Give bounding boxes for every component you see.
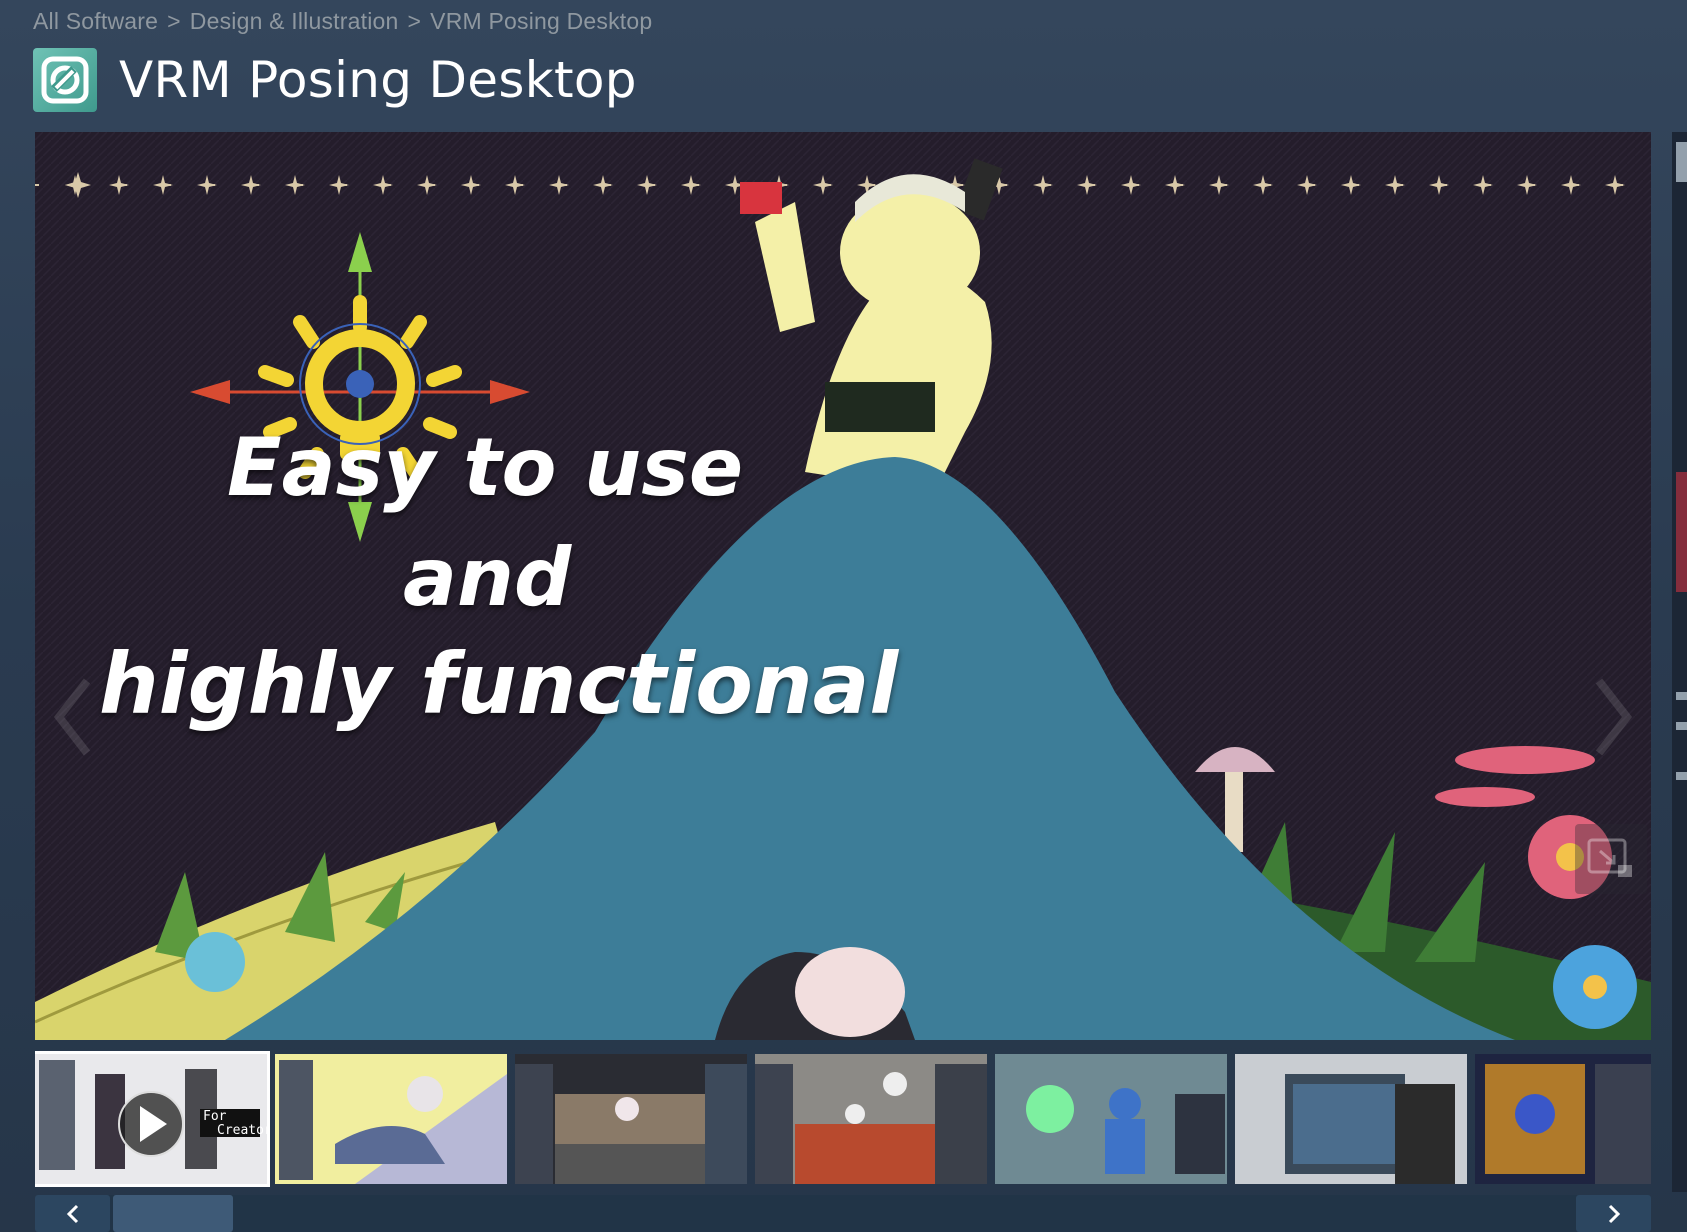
chevron-right-icon	[1608, 1204, 1620, 1223]
chevron-right-icon	[1595, 678, 1633, 756]
fullscreen-button[interactable]	[1575, 824, 1647, 894]
thumbnail-4[interactable]	[755, 1054, 987, 1184]
thumbnail-6[interactable]	[1235, 1054, 1467, 1184]
breadcrumb-separator: >	[407, 8, 422, 34]
thumbnail-caption: For Creators	[203, 1110, 267, 1137]
thumbnail-2[interactable]	[275, 1054, 507, 1184]
thumbnail-video[interactable]: For Creators	[35, 1051, 270, 1187]
app-header: VRM Posing Desktop	[33, 48, 637, 112]
overlay-line-2: and	[403, 531, 572, 624]
thumbnail-caption-line-2: Creators	[217, 1122, 267, 1138]
breadcrumb-current-app[interactable]: VRM Posing Desktop	[430, 8, 652, 34]
thumbnail-scrollbar[interactable]	[35, 1195, 1651, 1232]
side-panel-edge	[1672, 132, 1687, 1192]
breadcrumb-design-illustration[interactable]: Design & Illustration	[190, 8, 399, 34]
scroll-right-button[interactable]	[1576, 1195, 1651, 1232]
fullscreen-icon	[1587, 838, 1632, 877]
vrm-logo-icon	[33, 48, 97, 112]
thumbnail-7[interactable]	[1475, 1054, 1651, 1184]
breadcrumb-separator: >	[167, 8, 181, 34]
page-title: VRM Posing Desktop	[119, 51, 637, 109]
scroll-left-button[interactable]	[35, 1195, 110, 1232]
flower-blue	[1553, 945, 1637, 1029]
prev-screenshot-button[interactable]	[43, 672, 103, 762]
chevron-left-icon	[53, 678, 91, 756]
thumbnail-3[interactable]	[515, 1054, 747, 1184]
chevron-left-icon	[66, 1204, 78, 1223]
next-screenshot-button[interactable]	[1583, 672, 1643, 762]
overlay-line-3: highly functional	[99, 635, 899, 733]
main-screenshot[interactable]: Easy to use and highly functional	[35, 132, 1651, 1040]
screenshot-artwork	[35, 132, 1651, 1040]
overlay-line-1: Easy to use	[227, 421, 744, 514]
scrollbar-handle[interactable]	[113, 1195, 233, 1232]
thumbnail-5[interactable]	[995, 1054, 1227, 1184]
thumbnail-strip: For Creators	[35, 1048, 1651, 1188]
breadcrumb: All Software > Design & Illustration > VRM P…	[33, 8, 652, 35]
thumbnail-caption-line-1: For	[203, 1109, 227, 1124]
breadcrumb-all-software[interactable]: All Software	[33, 8, 158, 34]
